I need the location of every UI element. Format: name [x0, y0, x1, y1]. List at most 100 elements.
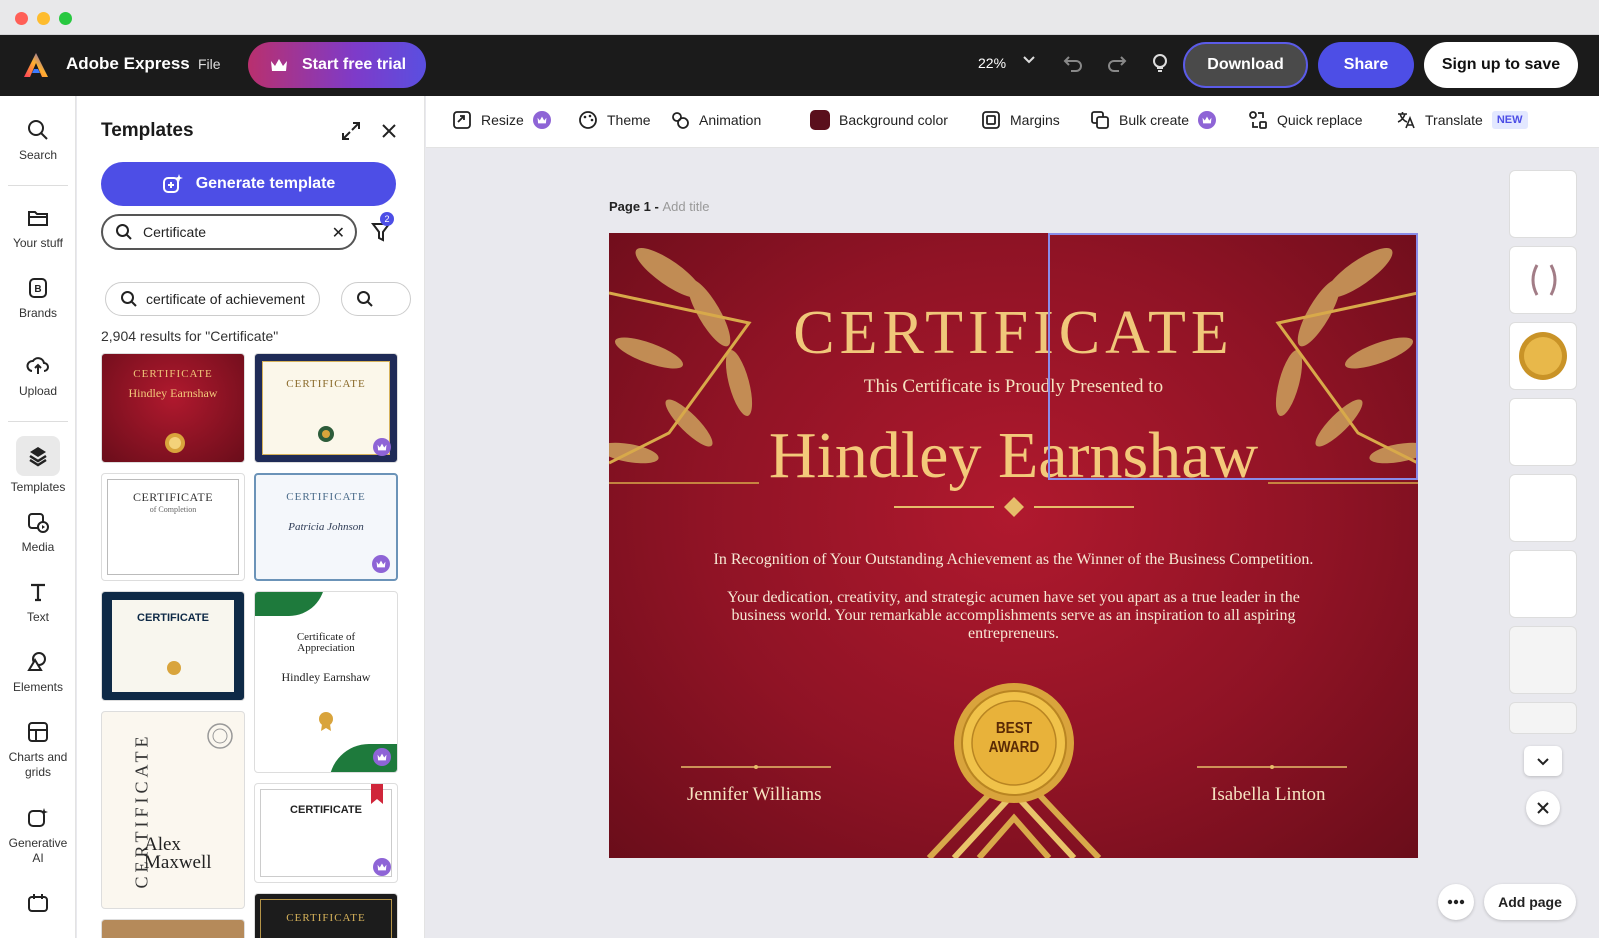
template-search-input[interactable] [143, 224, 313, 240]
add-page-button[interactable]: Add page [1484, 884, 1576, 920]
template-thumbnail[interactable]: CERTIFICATE [254, 783, 398, 883]
translate-icon [1397, 112, 1415, 129]
rail-label: Search [18, 148, 58, 162]
resize-label: Resize [481, 112, 524, 128]
rail-item-charts-and-grids[interactable]: Charts and grids [0, 720, 76, 780]
share-button[interactable]: Share [1318, 42, 1414, 88]
thumbnail-title: CERTIFICATE [137, 612, 209, 624]
rail-item-brands[interactable]: B Brands [0, 276, 76, 320]
generate-template-label: Generate template [195, 175, 336, 192]
chevron-down-icon[interactable] [1022, 52, 1036, 69]
close-icon[interactable] [378, 120, 400, 142]
layer-thumbnail[interactable] [1510, 247, 1576, 313]
file-menu[interactable]: File [198, 56, 221, 72]
award-seal-text: BEST AWARD [972, 719, 1057, 757]
new-badge: NEW [1491, 111, 1528, 129]
translate-button[interactable]: Translate NEW [1396, 110, 1528, 130]
minimize-window-button[interactable] [37, 12, 50, 25]
template-thumbnail[interactable]: Certificate of Appreciation Hindley Earn… [254, 591, 398, 773]
certificate-title[interactable]: CERTIFICATE [609, 298, 1418, 369]
close-layers-button[interactable] [1526, 791, 1560, 825]
templates-panel: Templates Generate template ✕ 2 certific… [77, 96, 425, 938]
quick-replace-button[interactable]: Quick replace [1248, 110, 1363, 130]
maximize-window-button[interactable] [59, 12, 72, 25]
animation-label: Animation [699, 112, 762, 128]
certificate-recipient-name[interactable]: Hindley Earnshaw [609, 418, 1418, 494]
download-button[interactable]: Download [1183, 42, 1308, 88]
rail-label: Text [26, 610, 49, 624]
medal-icon [318, 426, 334, 442]
template-thumbnail[interactable]: CERTIFICATE [101, 591, 245, 701]
premium-crown-icon [373, 438, 391, 456]
thumbnail-name: Alex Maxwell [144, 834, 212, 873]
layer-thumbnail[interactable] [1510, 475, 1576, 541]
certificate-canvas[interactable]: CERTIFICATE This Certificate is Proudly … [609, 233, 1418, 858]
rail-item-media[interactable]: Media [0, 510, 76, 554]
thumbnail-name: Hindley Earnshaw [128, 386, 218, 400]
layer-thumbnail[interactable] [1510, 551, 1576, 617]
elements-icon [27, 652, 46, 671]
rail-item-your-stuff[interactable]: Your stuff [0, 206, 76, 250]
animation-button[interactable]: Animation [670, 110, 761, 130]
calendar-icon [28, 894, 48, 912]
medal-icon [319, 712, 333, 731]
generative-ai-icon [28, 808, 48, 827]
rail-item-elements[interactable]: Elements [0, 650, 76, 694]
signer-left[interactable]: Jennifer Williams [687, 784, 822, 806]
layer-thumbnail[interactable] [1510, 399, 1576, 465]
add-page-title[interactable]: Add title [662, 199, 709, 214]
template-thumbnail[interactable]: CERTIFICATE of Completion [101, 473, 245, 581]
template-thumbnail[interactable]: CERTIFICATE Patricia Johnson [254, 473, 398, 581]
clear-search-icon[interactable]: ✕ [332, 223, 345, 243]
thumbnail-title: CERTIFICATE [286, 378, 366, 390]
layer-thumbnail[interactable] [1510, 703, 1576, 733]
redo-icon[interactable] [1102, 48, 1132, 78]
resize-button[interactable]: Resize [452, 110, 551, 130]
layer-thumbnail[interactable] [1510, 323, 1576, 389]
adobe-express-logo-icon[interactable] [22, 51, 50, 79]
quick-replace-icon [1249, 111, 1267, 129]
signer-right[interactable]: Isabella Linton [1211, 784, 1326, 806]
rail-divider [8, 421, 68, 422]
rail-item-text[interactable]: Text [0, 580, 76, 624]
rail-item-generative-ai[interactable]: Generative AI [0, 806, 76, 866]
certificate-body-text[interactable]: Your dedication, creativity, and strateg… [704, 589, 1323, 643]
bulk-create-label: Bulk create [1119, 112, 1190, 128]
theme-button[interactable]: Theme [578, 110, 651, 130]
charts-icon [28, 722, 48, 742]
zoom-level[interactable]: 22% [978, 55, 1006, 71]
chevron-down-icon [1537, 758, 1549, 766]
layer-thumbnail[interactable] [1510, 171, 1576, 237]
background-color-button[interactable]: Background color [810, 110, 948, 130]
template-thumbnail[interactable]: CERTIFICATE Alex Maxwell [101, 711, 245, 909]
layer-thumbnail[interactable] [1510, 627, 1576, 693]
gold-seal-icon [165, 433, 185, 453]
template-thumbnail[interactable]: CERTIFICATE [254, 893, 398, 938]
scroll-down-button[interactable] [1524, 746, 1562, 776]
template-thumbnail[interactable]: CERTIFICATE Hindley Earnshaw [101, 353, 245, 463]
rail-item-templates[interactable]: Templates [0, 436, 76, 494]
margins-label: Margins [1010, 112, 1060, 128]
expand-icon[interactable] [340, 120, 362, 142]
generate-template-button[interactable]: Generate template [101, 162, 396, 206]
bulk-create-button[interactable]: Bulk create [1090, 110, 1217, 130]
rail-item-upload[interactable]: Upload [0, 354, 76, 398]
undo-icon[interactable] [1058, 48, 1088, 78]
sign-up-to-save-button[interactable]: Sign up to save [1424, 42, 1578, 88]
rail-item-more[interactable] [0, 891, 76, 921]
start-free-trial-button[interactable]: Start free trial [248, 42, 426, 88]
margins-button[interactable]: Margins [981, 110, 1060, 130]
certificate-subtitle[interactable]: This Certificate is Proudly Presented to [609, 376, 1418, 398]
template-thumbnail[interactable]: CERTIFICATE [254, 353, 398, 463]
suggestion-chip-overflow[interactable] [341, 282, 411, 316]
more-options-button[interactable] [1438, 884, 1474, 920]
generate-sparkle-icon [162, 174, 183, 193]
suggestion-chip[interactable]: certificate of achievement [105, 282, 320, 316]
template-search-box[interactable]: ✕ [101, 214, 357, 250]
lightbulb-icon[interactable] [1145, 48, 1175, 78]
certificate-recognition-text[interactable]: In Recognition of Your Outstanding Achie… [609, 551, 1418, 569]
template-thumbnail[interactable] [101, 919, 245, 938]
thumbnail-name: Hindley Earnshaw [281, 670, 371, 684]
rail-item-search[interactable]: Search [0, 118, 76, 162]
close-window-button[interactable] [15, 12, 28, 25]
